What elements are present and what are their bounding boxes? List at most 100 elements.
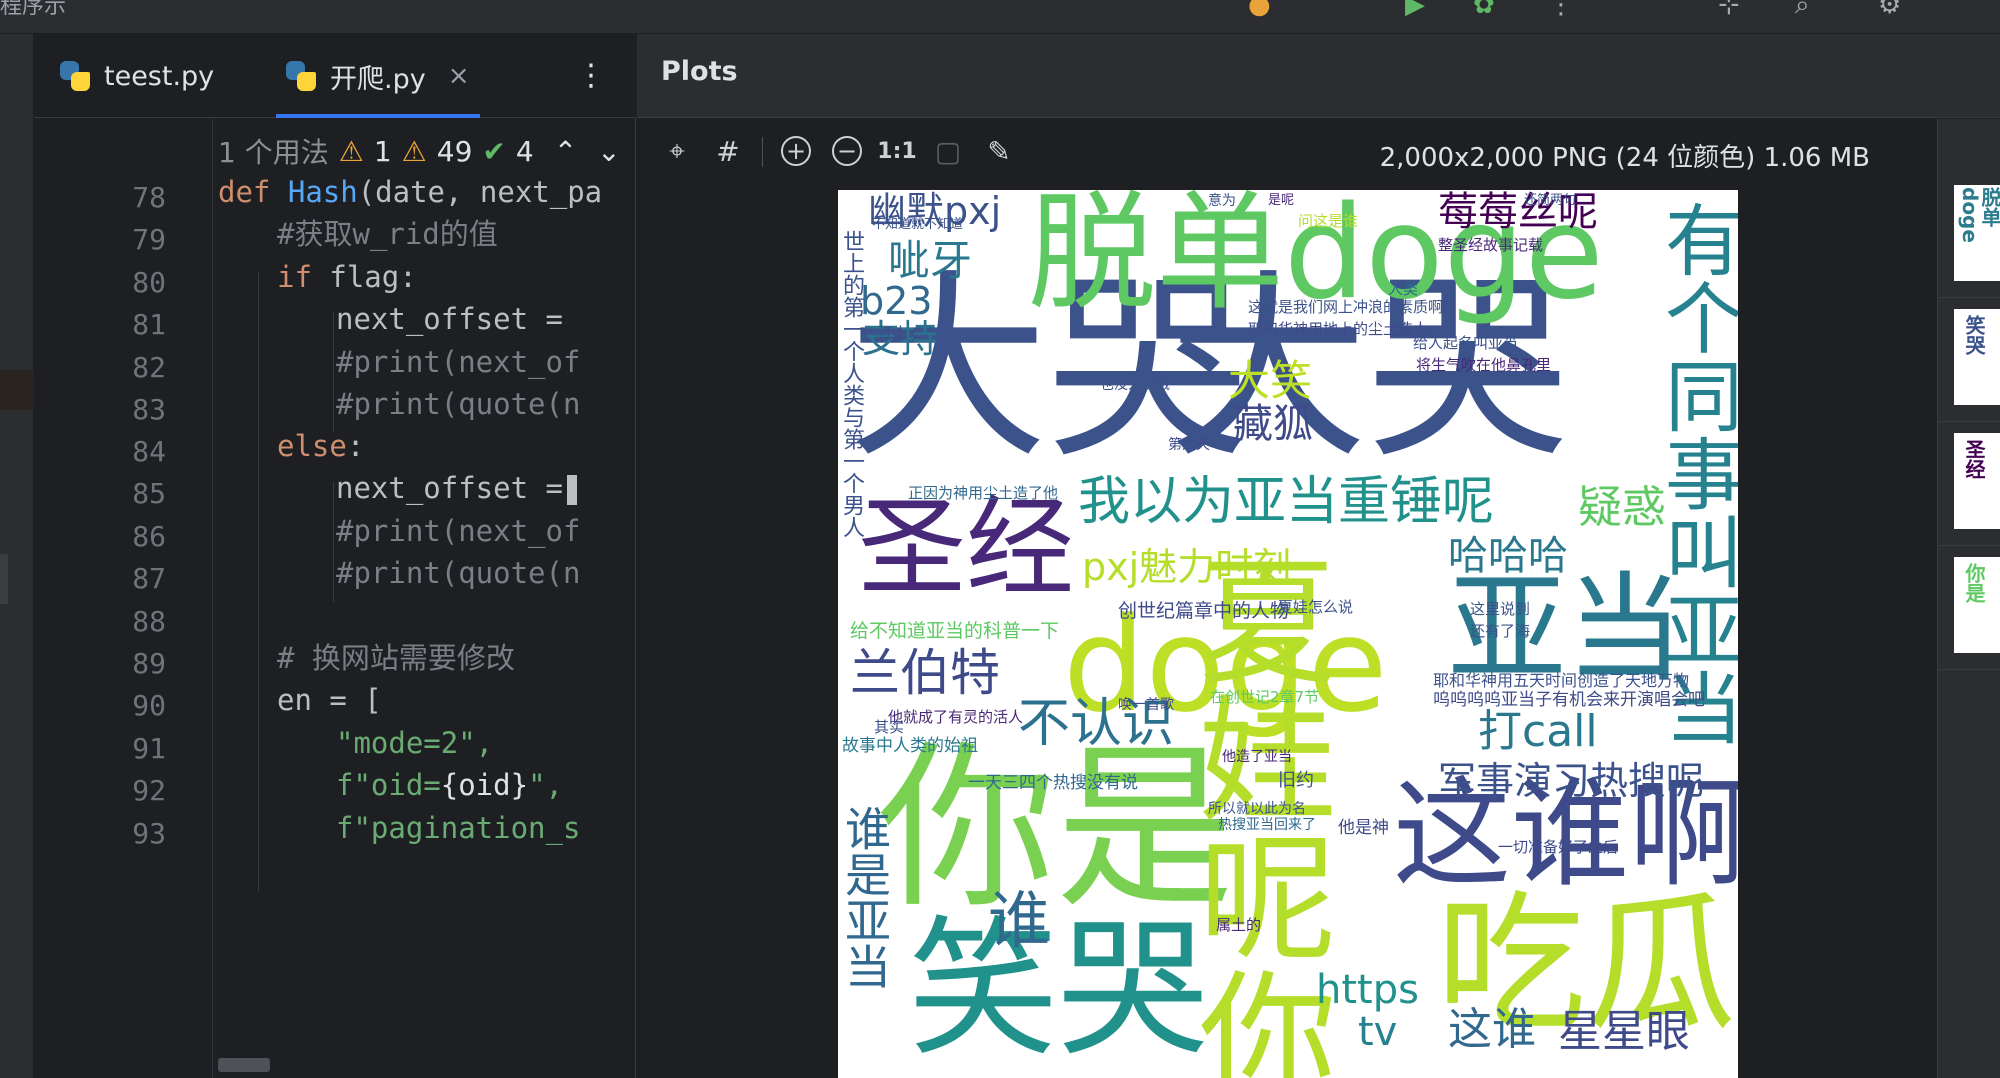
tab-more-icon[interactable]: ⋮	[576, 58, 606, 93]
text-cursor	[566, 475, 577, 505]
comment: #获取w_rid的值	[277, 217, 498, 251]
tab-kaipa-py[interactable]: 开爬.py ×	[276, 34, 479, 118]
zoom-out-button[interactable]: −	[827, 131, 867, 171]
plot-thumbnail[interactable]: 笑哭	[1954, 309, 2000, 405]
search-icon[interactable]: ⌕	[1795, 0, 1810, 21]
cloud-word: 一切准备好了之后	[1498, 838, 1619, 856]
cloud-word: 大笑	[1228, 356, 1313, 405]
run-icon[interactable]: ▶	[1405, 0, 1425, 20]
line-number: 86	[132, 520, 166, 553]
plot-thumbnail[interactable]: 脱单doge	[1954, 185, 2000, 281]
code-line-89: # 换网站需要修改	[277, 638, 515, 678]
ok-count[interactable]: 4	[516, 135, 534, 168]
code-editor[interactable]: teest.py 开爬.py × ⋮ 1 个用法 ⚠ 1 ⚠ 49 ✔ 4 ⌃ …	[34, 34, 636, 1078]
string-literal: f"pagination_s	[336, 811, 581, 845]
cloud-word: 给不知道亚当的科普一下	[850, 620, 1060, 642]
horizontal-scrollbar-thumb[interactable]	[218, 1058, 270, 1072]
interpolation: {oid}	[440, 768, 529, 802]
cloud-word: 疑惑	[1578, 482, 1666, 533]
vertical-scrollbar-thumb[interactable]	[0, 554, 8, 604]
cloud-word: 所以就以此为名	[1208, 801, 1306, 817]
cloud-word: 圣经	[858, 486, 1075, 611]
code-line-84: else:	[277, 426, 364, 466]
actual-size-button[interactable]: 1:1	[877, 131, 917, 171]
error-icon: ⚠	[338, 134, 364, 168]
plots-title: Plots	[661, 56, 738, 87]
thumbnail-divider	[1938, 545, 2000, 546]
prev-problem-icon[interactable]: ⌃	[554, 135, 577, 168]
zoom-in-button[interactable]: +	[776, 131, 816, 171]
cloud-word: 兰伯特	[850, 644, 1000, 702]
tab-teest-py[interactable]: teest.py	[60, 34, 214, 118]
cloud-word: 还有了海	[1470, 622, 1531, 640]
plot-thumbnails: 脱单doge 笑哭 圣经 你是	[1937, 119, 2000, 1078]
code-line-83: #print(quote(n	[336, 384, 580, 424]
line-number: 85	[132, 477, 166, 510]
cloud-word: 也没人说哦	[1100, 377, 1170, 393]
plot-thumbnail[interactable]: 圣经	[1954, 433, 2000, 529]
code-line-93: f"pagination_s	[336, 808, 580, 848]
code-line-86: #print(next_of	[336, 511, 580, 551]
code-line-80: if flag:	[277, 257, 417, 297]
fit-to-window-icon[interactable]: ⌖	[657, 131, 697, 171]
code-text: en = [	[277, 683, 382, 717]
error-count[interactable]: 1	[374, 135, 392, 168]
code-line-82: #print(next_of	[336, 342, 580, 382]
string-literal: ",	[528, 768, 563, 802]
plots-toolbar: ⌖ # + − 1:1 ▢ ✎ 2,000x2,000 PNG (24 位颜色)…	[637, 119, 1937, 185]
cloud-word: 整圣经故事记载	[1438, 236, 1544, 254]
more-actions-icon[interactable]: ⋮	[1548, 0, 1574, 20]
line-number: 92	[132, 774, 166, 807]
cloud-word: 这里说到	[1470, 600, 1531, 618]
comment: #print(next_of	[336, 345, 581, 379]
debug-icon[interactable]: ✿	[1473, 0, 1495, 20]
close-tab-icon[interactable]: ×	[448, 61, 470, 91]
usages-hint[interactable]: 1 个用法	[218, 131, 329, 171]
code-line-87: #print(quote(n	[336, 553, 580, 593]
cloud-word: 打call	[1478, 706, 1598, 757]
plot-thumbnail[interactable]: 你是	[1954, 557, 2000, 653]
string-literal: "mode=2",	[336, 726, 494, 760]
cloud-word: 第六天	[1168, 437, 1210, 453]
line-number: 79	[132, 223, 166, 256]
settings-gear-icon[interactable]: ⚙	[1878, 0, 1901, 20]
code-line-78: def Hash(date, next_pa	[218, 172, 602, 212]
left-tool-strip	[0, 34, 34, 1078]
color-picker-icon[interactable]: ✎	[979, 131, 1019, 171]
run-config-icon[interactable]: ●	[1248, 0, 1271, 20]
cloud-word: 他造了亚当	[1222, 749, 1292, 765]
indent-guide	[258, 272, 259, 892]
line-number: 87	[132, 562, 166, 595]
warning-count[interactable]: 49	[437, 135, 473, 168]
cloud-word: b23	[860, 279, 933, 323]
tab-label: teest.py	[104, 60, 215, 92]
cloud-word: 属土的	[1216, 916, 1262, 934]
add-user-icon[interactable]: ⊹	[1718, 0, 1740, 20]
cloud-word: 星星眼	[1558, 1006, 1690, 1057]
cloud-word: 藏狐	[1233, 401, 1313, 447]
check-icon: ✔	[482, 134, 506, 168]
background-toggle-icon[interactable]: ▢	[928, 131, 968, 171]
cloud-word: 给人起名叫亚当	[1413, 334, 1519, 352]
cloud-word: 这谁	[1448, 1004, 1536, 1055]
cloud-word: 将生气吹在他鼻孔里	[1416, 356, 1552, 374]
line-number: 81	[132, 308, 166, 341]
code-line-92: f"oid={oid}",	[336, 765, 563, 805]
zoom-out-icon: −	[832, 136, 862, 166]
code-line-79: #获取w_rid的值	[277, 214, 498, 254]
cloud-word: 还简两句	[1524, 193, 1577, 208]
code-text: flag:	[311, 260, 417, 294]
line-number: 91	[132, 732, 166, 765]
line-number: 82	[132, 351, 166, 384]
code-text: next_offset =	[336, 471, 563, 505]
cloud-word: 谁是亚当	[838, 805, 892, 989]
cloud-word: 旧约	[1278, 770, 1314, 791]
code-area[interactable]: def Hash(date, next_pa #获取w_rid的值 if fla…	[218, 172, 636, 1072]
grid-icon[interactable]: #	[708, 131, 748, 171]
thumbnail-divider	[1938, 421, 2000, 422]
cloud-word: 我以为亚当重锤呢	[1078, 472, 1495, 532]
next-problem-icon[interactable]: ⌄	[597, 135, 620, 168]
line-number: 89	[132, 647, 166, 680]
cloud-word: https	[1316, 967, 1419, 1013]
code-text: next_offset =	[336, 302, 563, 336]
